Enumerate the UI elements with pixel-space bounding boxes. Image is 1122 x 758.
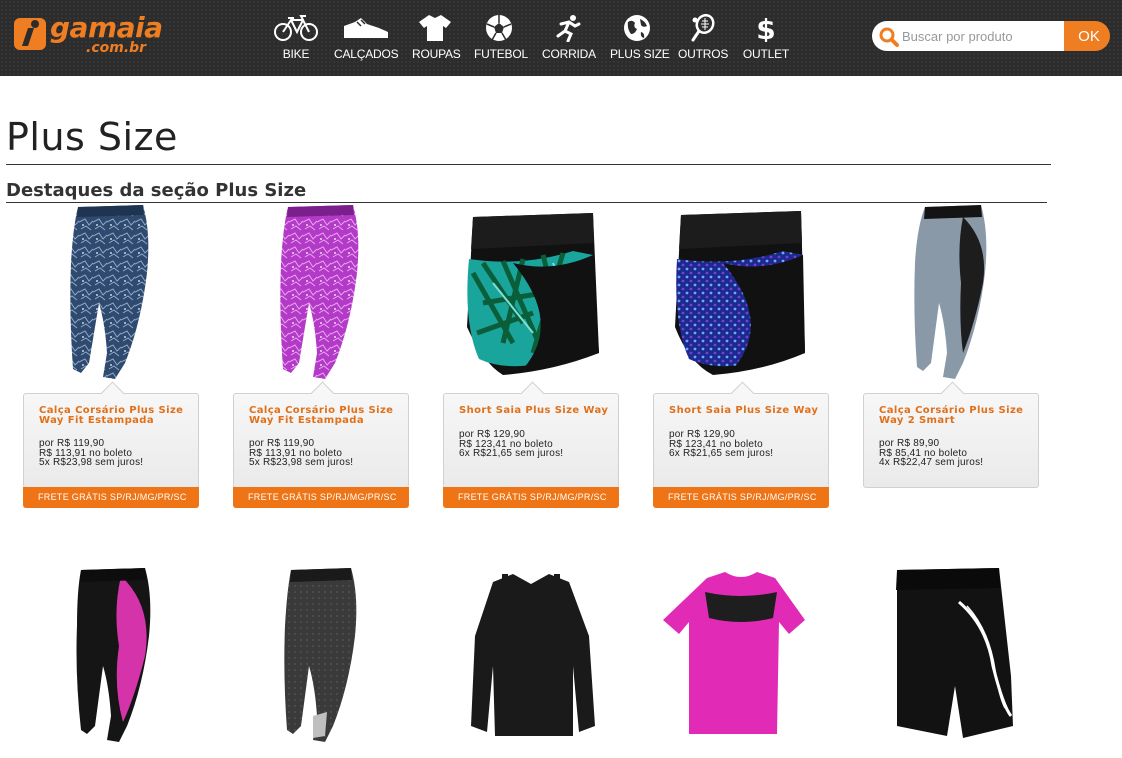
- product-image[interactable]: [863, 203, 1039, 379]
- nav-label: OUTROS: [678, 47, 729, 61]
- product-image[interactable]: [233, 566, 409, 742]
- nav-item-bike[interactable]: BIKE: [272, 14, 320, 64]
- nav-label: PLUS SIZE: [610, 47, 670, 61]
- search-input[interactable]: [902, 25, 1062, 47]
- product-info-card: Calça Corsário Plus Size Way Fit Estampa…: [233, 393, 409, 508]
- product-installments: 5x R$23,98 sem juros!: [249, 457, 354, 468]
- nav-item-corrida[interactable]: CORRIDA: [542, 14, 596, 64]
- nav-label: OUTLET: [742, 47, 790, 61]
- bike-icon: [272, 14, 320, 44]
- globe-icon: [610, 14, 664, 44]
- product-info-card: Calça Corsário Plus Size Way Fit Estampa…: [23, 393, 199, 508]
- nav-label: BIKE: [282, 47, 310, 61]
- product-prices: por R$ 129,90 R$ 123,41 no boleto 6x R$2…: [669, 430, 824, 459]
- free-shipping-badge: FRETE GRÁTIS SP/RJ/MG/PR/SC: [653, 487, 829, 508]
- product-image[interactable]: [23, 566, 199, 742]
- product-prices: por R$ 119,90 R$ 113,91 no boleto 5x R$2…: [39, 439, 194, 468]
- product-info-card: Short Saia Plus Size Way por R$ 129,90 R…: [653, 393, 829, 508]
- product-name[interactable]: Short Saia Plus Size Way: [459, 406, 609, 416]
- product-image[interactable]: [443, 203, 619, 379]
- nav-item-calcados[interactable]: CALÇADOS: [334, 14, 399, 64]
- search-icon: [879, 27, 899, 47]
- product-image[interactable]: [653, 203, 829, 379]
- product-prices: por R$ 129,90 R$ 123,41 no boleto 6x R$2…: [459, 430, 614, 459]
- product-info-card: Calça Corsário Plus Size Way 2 Smart por…: [863, 393, 1039, 488]
- product-name[interactable]: Calça Corsário Plus Size Way Fit Estampa…: [39, 406, 189, 426]
- nav-label: CALÇADOS: [334, 47, 399, 61]
- product-installments: 6x R$21,65 sem juros!: [459, 448, 564, 459]
- free-shipping-badge: FRETE GRÁTIS SP/RJ/MG/PR/SC: [233, 487, 409, 508]
- product-name[interactable]: Short Saia Plus Size Way: [669, 406, 819, 416]
- nav-item-futebol[interactable]: FUTEBOL: [474, 14, 528, 64]
- product-image[interactable]: [863, 566, 1039, 742]
- product-prices: por R$ 89,90 R$ 85,41 no boleto 4x R$22,…: [879, 439, 1034, 468]
- page-title: Plus Size: [6, 113, 1051, 165]
- product-prices: por R$ 119,90 R$ 113,91 no boleto 5x R$2…: [249, 439, 404, 468]
- nav-label: ROUPAS: [412, 47, 461, 61]
- free-shipping-badge: FRETE GRÁTIS SP/RJ/MG/PR/SC: [443, 487, 619, 508]
- product-installments: 5x R$23,98 sem juros!: [39, 457, 144, 468]
- tshirt-icon: [412, 14, 458, 44]
- svg-text:$: $: [756, 14, 775, 42]
- search-submit-button[interactable]: OK: [1064, 21, 1110, 51]
- nav-label: CORRIDA: [542, 47, 596, 61]
- sneaker-icon: [334, 14, 398, 44]
- product-image[interactable]: [653, 566, 829, 742]
- free-shipping-badge: FRETE GRÁTIS SP/RJ/MG/PR/SC: [23, 487, 199, 508]
- product-name[interactable]: Calça Corsário Plus Size Way 2 Smart: [879, 406, 1029, 426]
- nav-item-outlet[interactable]: $ OUTLET: [742, 14, 790, 64]
- search-box: [872, 21, 1068, 51]
- nav-label: FUTEBOL: [474, 47, 528, 61]
- product-image[interactable]: [443, 566, 619, 742]
- runner-icon: [542, 14, 594, 44]
- logo-domain: .com.br: [86, 40, 147, 56]
- site-header: gamaia .com.br BIKE CALÇADOS ROUPAS FUTE…: [0, 0, 1122, 76]
- soccer-ball-icon: [474, 14, 524, 44]
- product-image[interactable]: [233, 203, 409, 379]
- dollar-icon: $: [742, 14, 790, 44]
- product-installments: 6x R$21,65 sem juros!: [669, 448, 774, 459]
- nav-item-plus-size[interactable]: PLUS SIZE: [610, 14, 670, 64]
- site-logo[interactable]: gamaia .com.br: [12, 12, 182, 58]
- search-bar: OK: [872, 21, 1110, 51]
- product-image[interactable]: [23, 203, 199, 379]
- product-installments: 4x R$22,47 sem juros!: [879, 457, 984, 468]
- nav-item-roupas[interactable]: ROUPAS: [412, 14, 461, 64]
- product-info-card: Short Saia Plus Size Way por R$ 129,90 R…: [443, 393, 619, 508]
- nav-item-outros[interactable]: OUTROS: [678, 14, 728, 64]
- section-title: Destaques da seção Plus Size: [6, 180, 1047, 203]
- logo-mark-icon: [14, 18, 46, 50]
- product-name[interactable]: Calça Corsário Plus Size Way Fit Estampa…: [249, 406, 399, 426]
- tennis-racket-icon: [678, 14, 728, 44]
